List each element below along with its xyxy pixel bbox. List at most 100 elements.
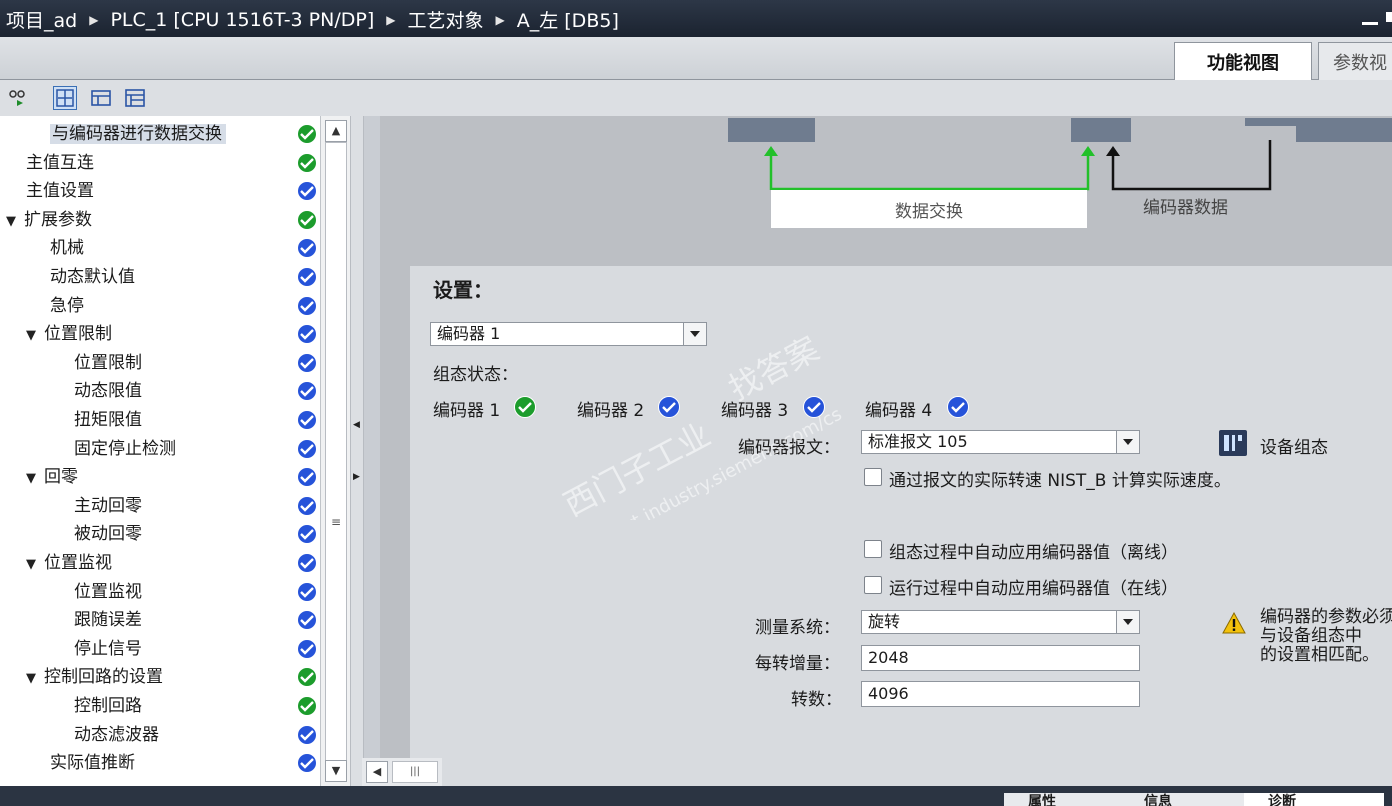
tab-info[interactable]: 信息: [1120, 793, 1262, 806]
nav-tree-item[interactable]: 控制回路: [74, 692, 142, 720]
chevron-down-icon[interactable]: [1116, 611, 1139, 633]
nav-tree-item[interactable]: 位置监视: [74, 578, 142, 606]
expand-arrow-icon[interactable]: ▼: [26, 465, 40, 493]
tab-properties[interactable]: 属性: [1004, 793, 1138, 806]
expand-arrow-icon[interactable]: ▼: [6, 208, 20, 236]
measuring-system-dropdown[interactable]: 旋转: [861, 610, 1140, 634]
check-ok-icon: [297, 667, 317, 688]
check-config-icon: [947, 396, 969, 418]
nav-tree-item-label: 跟随误差: [74, 610, 142, 631]
breadcrumb: 项目_ad ▶ PLC_1 [CPU 1516T-3 PN/DP] ▶ 工艺对象…: [6, 6, 619, 33]
scroll-left-button[interactable]: ◀: [366, 761, 388, 783]
nav-tree-item[interactable]: ▼ 回零: [26, 463, 78, 491]
collapse-tree-icon[interactable]: [124, 88, 145, 108]
warning-text: 编码器的参数必须 与设备组态中 的设置相匹配。: [1260, 608, 1392, 665]
nav-tree-item[interactable]: 实际值推断: [50, 749, 135, 777]
collapse-left-icon[interactable]: ◀: [353, 420, 360, 430]
nav-tree-item[interactable]: ▼ 位置限制: [26, 320, 112, 348]
settings-title: 设置：: [433, 278, 493, 302]
encoder-3-status-label: 编码器 3: [721, 401, 789, 421]
check-config-icon: [297, 438, 317, 459]
nav-tree-item[interactable]: 固定停止检测: [74, 435, 176, 463]
chevron-down-icon[interactable]: [683, 323, 706, 345]
offline-apply-checkbox[interactable]: [864, 540, 882, 558]
scroll-down-button[interactable]: ▼: [325, 760, 347, 782]
nav-tree-item[interactable]: 动态滤波器: [74, 721, 159, 749]
breadcrumb-separator-icon: ▶: [495, 12, 505, 27]
nav-tree-item-label: 实际值推断: [50, 753, 135, 774]
nav-tree-item[interactable]: 扭矩限值: [74, 406, 142, 434]
nav-tree-item[interactable]: 被动回零: [74, 520, 142, 548]
nav-tree-item[interactable]: 跟随误差: [74, 606, 142, 634]
scroll-up-button[interactable]: ▲: [325, 120, 347, 142]
check-config-icon: [297, 753, 317, 774]
breadcrumb-project[interactable]: 项目_ad: [6, 6, 77, 33]
tab-diagnostics[interactable]: 诊断: [1244, 793, 1384, 806]
nav-tree-item-label: 动态限值: [74, 381, 142, 402]
check-config-icon: [297, 410, 317, 430]
chevron-down-icon[interactable]: [1116, 431, 1139, 453]
nav-tree-item[interactable]: ▼ 位置监视: [26, 549, 112, 577]
nav-tree-item-label: 主值互连: [26, 152, 94, 173]
check-config-icon: [297, 352, 317, 373]
check-config-icon: [297, 267, 317, 287]
warning-line-3: 的设置相匹配。: [1260, 645, 1379, 665]
revolutions-label: 转数：: [791, 690, 842, 710]
device-config-icon[interactable]: [1219, 430, 1247, 456]
nav-tree-item[interactable]: 与编码器进行数据交换: [50, 120, 226, 148]
nav-tree-item[interactable]: ▼ 控制回路的设置: [26, 663, 163, 691]
device-config-link[interactable]: 设备组态: [1260, 433, 1328, 458]
expand-arrow-icon[interactable]: ▼: [26, 665, 40, 693]
view-tab-row: 功能视图 参数视: [0, 37, 1392, 80]
pane-splitter[interactable]: ◀ ▶: [350, 116, 364, 786]
scroll-thumb[interactable]: ≡: [325, 142, 347, 764]
expand-right-icon[interactable]: ▶: [353, 472, 360, 482]
tab-parameter-view[interactable]: 参数视: [1318, 42, 1392, 80]
warning-line-1: 编码器的参数必须: [1260, 607, 1392, 627]
encoder-select-dropdown[interactable]: 编码器 1: [430, 322, 707, 346]
nav-tree-item-label: 固定停止检测: [74, 438, 176, 459]
expand-arrow-icon[interactable]: ▼: [26, 551, 40, 579]
telegram-value: 标准报文 105: [868, 432, 968, 451]
breadcrumb-technology-objects[interactable]: 工艺对象: [407, 6, 483, 33]
expand-tree-icon[interactable]: [90, 88, 111, 108]
nav-tree-item[interactable]: 急停: [50, 292, 84, 320]
horizontal-scroll-thumb[interactable]: |||: [392, 761, 438, 783]
maximize-icon[interactable]: [1386, 12, 1392, 22]
main-horizontal-scrollbar[interactable]: ◀ |||: [362, 758, 442, 786]
minimize-icon[interactable]: [1362, 12, 1378, 25]
nav-tree-item[interactable]: 动态默认值: [50, 263, 135, 291]
expand-arrow-icon[interactable]: ▼: [26, 322, 40, 350]
nav-tree-item[interactable]: 位置限制: [74, 349, 142, 377]
show-hide-icon[interactable]: [8, 88, 28, 108]
nav-tree-item[interactable]: 主值设置: [26, 177, 94, 205]
nav-tree-item-label: 控制回路的设置: [44, 667, 163, 688]
nav-tree-item[interactable]: ▼ 扩展参数: [6, 206, 92, 234]
nist-speed-checkbox[interactable]: [864, 468, 882, 486]
navigation-tree: 与编码器进行数据交换 主值互连 主值设置 ▼ 扩展参数 机械 动态默认值 急停 ▼ 位置限制 位置限…: [0, 116, 294, 786]
breadcrumb-separator-icon: ▶: [386, 12, 396, 27]
diagram-block-right-lower: [1296, 126, 1392, 142]
nav-vertical-scrollbar[interactable]: ▲ ≡ ▼: [320, 116, 351, 786]
nav-tree-item[interactable]: 动态限值: [74, 377, 142, 405]
check-config-icon: [297, 524, 317, 545]
nav-tree-item[interactable]: 主动回零: [74, 492, 142, 520]
revolutions-field[interactable]: 4096: [861, 681, 1140, 707]
breadcrumb-plc[interactable]: PLC_1 [CPU 1516T-3 PN/DP]: [110, 9, 374, 31]
nav-tree-item[interactable]: 停止信号: [74, 635, 142, 663]
nav-tree-item-label: 扩展参数: [24, 209, 92, 230]
diagram-block-middle: [1071, 118, 1131, 142]
check-ok-icon: [297, 696, 317, 716]
telegram-dropdown[interactable]: 标准报文 105: [861, 430, 1140, 454]
measuring-system-value: 旋转: [868, 612, 901, 631]
nav-tree-item[interactable]: 主值互连: [26, 149, 94, 177]
check-config-icon: [803, 396, 825, 418]
online-apply-checkbox[interactable]: [864, 576, 882, 594]
tab-function-view[interactable]: 功能视图: [1174, 42, 1312, 80]
nav-tree-item-label: 与编码器进行数据交换: [50, 124, 226, 144]
check-ok-icon: [297, 152, 317, 173]
nav-tree-item[interactable]: 机械: [50, 234, 84, 262]
increments-field[interactable]: 2048: [861, 645, 1140, 671]
split-view-icon[interactable]: [53, 86, 77, 110]
breadcrumb-axis[interactable]: A_左 [DB5]: [517, 6, 619, 33]
